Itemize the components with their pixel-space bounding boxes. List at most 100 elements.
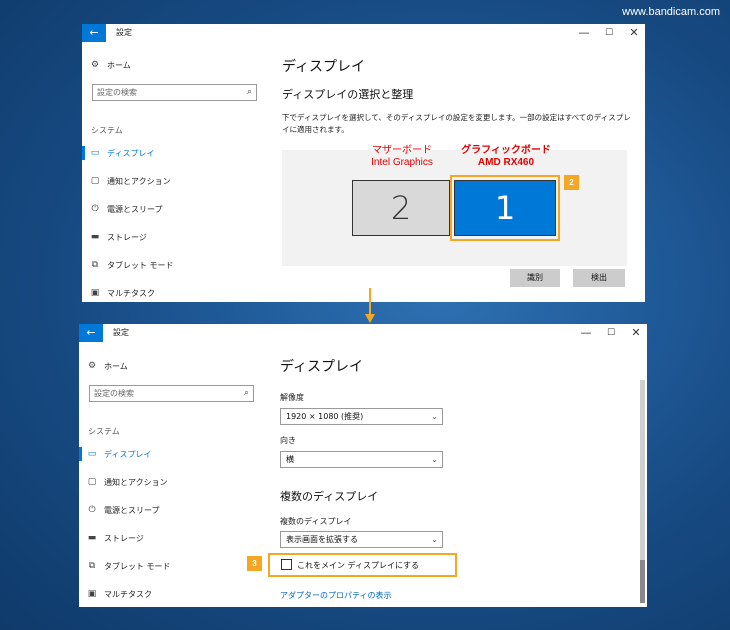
monitor-icon: ▭ [90,148,100,158]
sidebar-item-tablet-mode[interactable]: ⧉ タブレット モード [88,257,174,273]
search-placeholder: 設定の検索 [94,389,134,398]
nav-home[interactable]: ⚙ ホーム [88,57,131,73]
multi-display-label: 複数のディスプレイ [280,517,352,526]
notification-icon: ▢ [90,176,100,186]
minimize-button[interactable]: — [577,326,595,340]
sidebar-item-label: ストレージ [104,533,144,543]
scrollbar[interactable] [640,380,645,603]
gear-icon: ⚙ [90,60,100,70]
annotation-line: マザーボード [372,145,432,156]
tablet-icon: ⧉ [88,561,96,571]
chevron-down-icon: ⌄ [431,412,438,421]
sidebar-item-storage[interactable]: ▬ ストレージ [88,229,147,245]
back-button[interactable]: ← [79,324,103,342]
minimize-button[interactable]: — [575,26,593,40]
title-bar: ← 設定 — ☐ ✕ [82,24,645,44]
sidebar-item-label: ストレージ [107,232,147,242]
settings-window-top: ← 設定 — ☐ ✕ ⚙ ホーム 設定の検索 ⌕ システム ▭ ディスプレイ ▢… [82,24,645,302]
nav-home[interactable]: ⚙ ホーム [85,358,128,374]
sidebar-item-multitasking[interactable]: ▣ マルチタスク [85,586,152,602]
orientation-value: 横 [286,455,294,464]
search-placeholder: 設定の検索 [97,88,137,97]
window-title: 設定 [116,28,132,37]
gear-icon: ⚙ [87,361,97,371]
storage-icon: ▬ [87,533,97,543]
sidebar-item-label: ディスプレイ [107,148,155,158]
nav-home-label: ホーム [104,361,128,371]
monitor-icon: ▭ [87,449,97,459]
sidebar-item-label: 電源とスリープ [107,204,163,214]
sidebar-item-label: マルチタスク [107,288,155,298]
sidebar-item-label: マルチタスク [104,589,152,599]
active-indicator [82,146,85,160]
sidebar-item-power[interactable]: ⏻ 電源とスリープ [85,502,160,518]
search-icon: ⌕ [243,388,249,398]
annotation-line: グラフィックボード [461,145,551,156]
main-display-checkbox-label: これをメイン ディスプレイにする [297,561,420,570]
section-label: システム [91,126,123,135]
sidebar-item-label: タブレット モード [104,561,171,571]
sidebar-item-label: 通知とアクション [104,477,168,487]
display-arrangement: マザーボード Intel Graphics グラフィックボード AMD RX46… [282,145,627,266]
multi-display-value: 表示画面を拡張する [286,535,358,544]
highlight-box [450,175,560,241]
close-button[interactable]: ✕ [625,26,643,40]
page-title: ディスプレイ [280,359,364,375]
storage-icon: ▬ [90,232,100,242]
annotation-graphics-card: グラフィックボード AMD RX460 [446,145,566,169]
resolution-dropdown[interactable]: 1920 × 1080 (推奨) ⌄ [280,408,443,425]
multitask-icon: ▣ [90,288,100,298]
multi-display-heading: 複数のディスプレイ [280,490,379,503]
search-icon: ⌕ [246,87,252,97]
search-input[interactable]: 設定の検索 ⌕ [92,84,257,101]
maximize-button[interactable]: ☐ [602,326,620,340]
identify-button[interactable]: 識別 [510,269,560,287]
annotation-line: Intel Graphics [371,157,433,168]
sidebar-item-label: 電源とスリープ [104,505,160,515]
monitor-2[interactable]: 2 [352,180,450,236]
orientation-label: 向き [280,436,296,445]
sidebar-item-notifications[interactable]: ▢ 通知とアクション [85,474,168,490]
power-icon: ⏻ [91,204,99,214]
nav-home-label: ホーム [107,60,131,70]
power-icon: ⏻ [88,505,96,515]
annotation-line: AMD RX460 [477,157,535,168]
search-input[interactable]: 設定の検索 ⌕ [89,385,254,402]
watermark: www.bandicam.com [622,6,720,18]
multitask-icon: ▣ [87,589,97,599]
sidebar-item-power[interactable]: ⏻ 電源とスリープ [88,201,163,217]
tablet-icon: ⧉ [91,260,99,270]
detect-button[interactable]: 検出 [573,269,625,287]
multi-display-dropdown[interactable]: 表示画面を拡張する ⌄ [280,531,443,548]
step-badge: 2 [564,175,579,190]
resolution-label: 解像度 [280,393,304,402]
notification-icon: ▢ [87,477,97,487]
scrollbar-thumb[interactable] [640,560,645,603]
resolution-value: 1920 × 1080 (推奨) [286,412,364,421]
orientation-dropdown[interactable]: 横 ⌄ [280,451,443,468]
chevron-down-icon: ⌄ [431,455,438,464]
down-arrow-icon [365,288,375,323]
sidebar-item-storage[interactable]: ▬ ストレージ [85,530,144,546]
page-title: ディスプレイ [282,59,366,75]
back-arrow-icon: ← [89,26,99,39]
main-display-checkbox[interactable] [281,559,292,570]
section-label: システム [88,427,120,436]
adapter-properties-link[interactable]: アダプターのプロパティの表示 [280,590,392,601]
title-bar: ← 設定 — ☐ ✕ [79,324,647,344]
annotation-motherboard: マザーボード Intel Graphics [362,145,442,169]
back-arrow-icon: ← [86,326,96,339]
window-title: 設定 [113,328,129,337]
back-button[interactable]: ← [82,24,106,42]
description-text: 下でディスプレイを選択して、そのディスプレイの設定を変更します。一部の設定はすべ… [282,113,631,134]
sidebar-item-display[interactable]: ▭ ディスプレイ [85,446,152,462]
step-badge: 3 [247,556,262,571]
sidebar-item-label: タブレット モード [107,260,174,270]
maximize-button[interactable]: ☐ [600,26,618,40]
sidebar-item-label: 通知とアクション [107,176,171,186]
sidebar-item-multitasking[interactable]: ▣ マルチタスク [88,285,155,301]
sidebar-item-notifications[interactable]: ▢ 通知とアクション [88,173,171,189]
sidebar-item-tablet-mode[interactable]: ⧉ タブレット モード [85,558,171,574]
close-button[interactable]: ✕ [627,326,645,340]
sidebar-item-display[interactable]: ▭ ディスプレイ [88,145,155,161]
